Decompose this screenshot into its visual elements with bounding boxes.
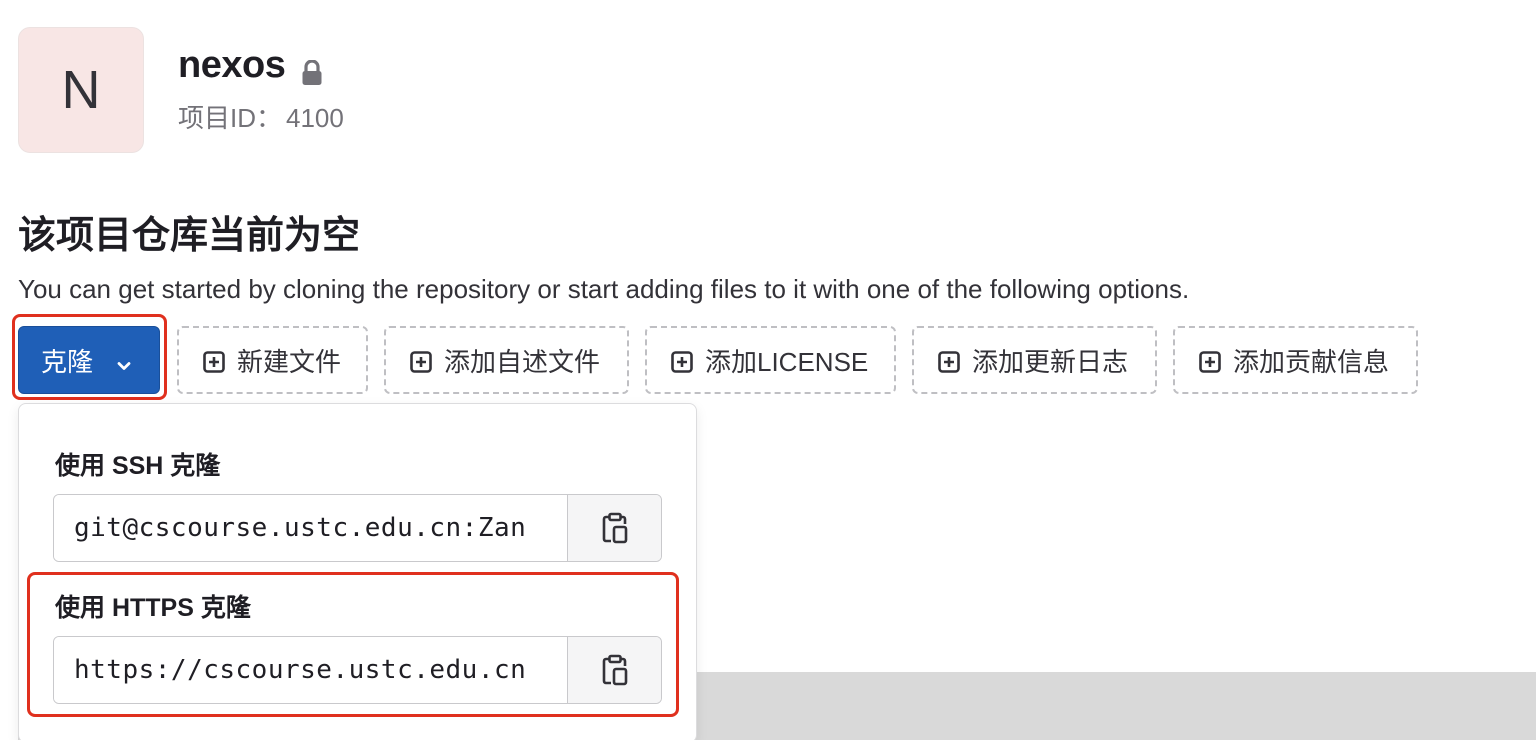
plus-square-icon [410,349,432,373]
add-changelog-button[interactable]: 添加更新日志 [912,326,1157,394]
add-contributing-button[interactable]: 添加贡献信息 [1173,326,1418,394]
add-readme-button[interactable]: 添加自述文件 [384,326,629,394]
empty-repo-title: 该项目仓库当前为空 [18,215,361,257]
add-contributing-label: 添加贡献信息 [1233,346,1390,377]
copy-ssh-url-button[interactable] [567,495,661,561]
chevron-down-icon [115,351,133,370]
project-id-label: 项目ID： [178,103,283,133]
background-panel-right [697,672,1536,740]
plus-square-icon [938,349,960,373]
ssh-url-input[interactable] [54,495,568,561]
project-name[interactable]: nexos [178,44,286,87]
empty-repo-description: You can get started by cloning the repos… [18,274,1190,304]
lock-icon [301,53,323,85]
clipboard-icon [602,512,628,544]
clone-button[interactable]: 克隆 [18,326,160,394]
ssh-clone-label: 使用 SSH 克隆 [55,452,221,480]
clone-button-label: 克隆 [41,346,94,377]
project-title: nexos [178,44,323,87]
project-id: 项目ID： 4100 [178,98,344,135]
add-license-label: 添加LICENSE [705,346,869,377]
avatar-letter: N [61,60,101,120]
plus-square-icon [203,349,225,373]
ssh-url-group [53,494,662,562]
project-id-value: 4100 [286,103,344,133]
add-changelog-label: 添加更新日志 [972,346,1129,377]
https-section-highlight [27,572,679,717]
add-license-button[interactable]: 添加LICENSE [645,326,896,394]
project-avatar: N [18,27,144,153]
add-readme-label: 添加自述文件 [444,346,601,377]
new-file-button[interactable]: 新建文件 [177,326,368,394]
new-file-label: 新建文件 [237,346,342,377]
plus-square-icon [671,349,693,373]
plus-square-icon [1199,349,1221,373]
